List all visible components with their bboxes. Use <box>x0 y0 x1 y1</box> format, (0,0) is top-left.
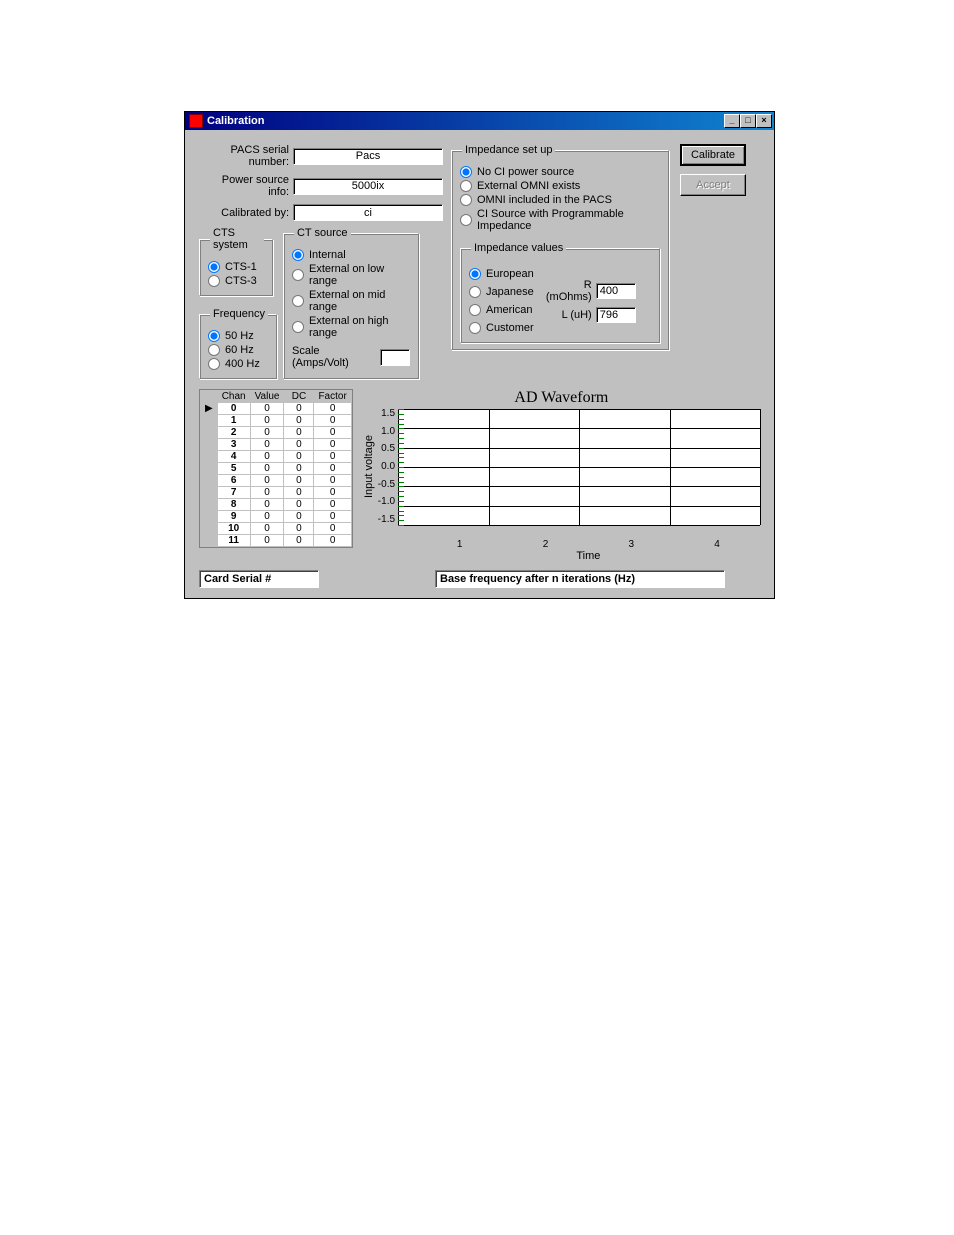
calibrate-button[interactable]: Calibrate <box>680 144 746 166</box>
maximize-button[interactable]: □ <box>740 114 756 128</box>
l-label: L (uH) <box>540 309 592 321</box>
radio-cts3[interactable]: CTS-3 <box>208 275 264 287</box>
radio-ext-high[interactable]: External on high range <box>292 315 410 339</box>
calibrated-by-input[interactable] <box>293 204 443 221</box>
radio-cts1[interactable]: CTS-1 <box>208 261 264 273</box>
scale-input[interactable] <box>380 349 410 366</box>
radio-60hz[interactable]: 60 Hz <box>208 344 268 356</box>
table-row[interactable]: 9000 <box>201 511 352 523</box>
calibration-window: Calibration _ □ × PACS serial number: Po… <box>184 111 775 599</box>
card-serial-field[interactable]: Card Serial # <box>199 570 319 588</box>
radio-internal[interactable]: Internal <box>292 249 410 261</box>
channel-table: Chan Value DC Factor ▶000010002000300040… <box>199 389 353 562</box>
impedance-values-group: Impedance values European Japanese Ameri… <box>460 242 660 343</box>
close-button[interactable]: × <box>756 114 772 128</box>
y-axis-label: Input voltage <box>363 409 375 525</box>
titlebar[interactable]: Calibration _ □ × <box>185 112 774 130</box>
minimize-button[interactable]: _ <box>724 114 740 128</box>
table-row[interactable]: 4000 <box>201 451 352 463</box>
pacs-serial-label: PACS serial number: <box>199 144 289 168</box>
radio-no-ci[interactable]: No CI power source <box>460 166 660 178</box>
cts-system-group: CTS system CTS-1 CTS-3 <box>199 227 273 296</box>
frequency-group: Frequency 50 Hz 60 Hz 400 Hz <box>199 308 277 379</box>
table-row[interactable]: 7000 <box>201 487 352 499</box>
impedance-values-legend: Impedance values <box>471 242 566 254</box>
ct-source-group: CT source Internal External on low range… <box>283 227 419 379</box>
app-icon <box>189 114 203 128</box>
r-label: R (mOhms) <box>540 279 592 303</box>
table-row[interactable]: 2000 <box>201 427 352 439</box>
radio-prog-imp[interactable]: CI Source with Programmable Impedance <box>460 208 660 232</box>
calibrated-by-label: Calibrated by: <box>199 207 289 219</box>
r-input[interactable] <box>596 283 636 299</box>
impedance-group: Impedance set up No CI power source Exte… <box>451 144 669 350</box>
radio-omni-pacs[interactable]: OMNI included in the PACS <box>460 194 660 206</box>
impedance-legend: Impedance set up <box>462 144 555 156</box>
power-source-input[interactable] <box>293 178 443 195</box>
table-row[interactable]: 3000 <box>201 439 352 451</box>
radio-customer[interactable]: Customer <box>469 322 534 334</box>
radio-50hz[interactable]: 50 Hz <box>208 330 268 342</box>
table-row[interactable]: 11000 <box>201 535 352 547</box>
table-row[interactable]: 10000 <box>201 523 352 535</box>
power-source-label: Power source info: <box>199 174 289 198</box>
table-row[interactable]: 8000 <box>201 499 352 511</box>
base-frequency-field[interactable]: Base frequency after n iterations (Hz) <box>435 570 725 588</box>
radio-ext-low[interactable]: External on low range <box>292 263 410 287</box>
x-axis-label: Time <box>417 550 760 562</box>
ad-waveform-chart: AD Waveform Input voltage 1.51.00.50.0-0… <box>363 389 760 562</box>
table-row[interactable]: 1000 <box>201 415 352 427</box>
radio-european[interactable]: European <box>469 268 534 280</box>
pacs-serial-input[interactable] <box>293 148 443 165</box>
th-chan: Chan <box>217 391 250 403</box>
table-row[interactable]: ▶0000 <box>201 403 352 415</box>
cts-system-legend: CTS system <box>210 227 264 251</box>
chart-title: AD Waveform <box>363 389 760 407</box>
frequency-legend: Frequency <box>210 308 268 320</box>
th-value: Value <box>250 391 284 403</box>
l-input[interactable] <box>596 307 636 323</box>
th-dc: DC <box>284 391 314 403</box>
th-factor: Factor <box>314 391 351 403</box>
radio-ext-omni[interactable]: External OMNI exists <box>460 180 660 192</box>
accept-button[interactable]: Accept <box>680 174 746 196</box>
radio-american[interactable]: American <box>469 304 534 316</box>
radio-400hz[interactable]: 400 Hz <box>208 358 268 370</box>
table-row[interactable]: 6000 <box>201 475 352 487</box>
window-title: Calibration <box>207 115 264 127</box>
scale-label: Scale (Amps/Volt) <box>292 345 376 369</box>
table-row[interactable]: 5000 <box>201 463 352 475</box>
ct-source-legend: CT source <box>294 227 351 239</box>
radio-ext-mid[interactable]: External on mid range <box>292 289 410 313</box>
radio-japanese[interactable]: Japanese <box>469 286 534 298</box>
